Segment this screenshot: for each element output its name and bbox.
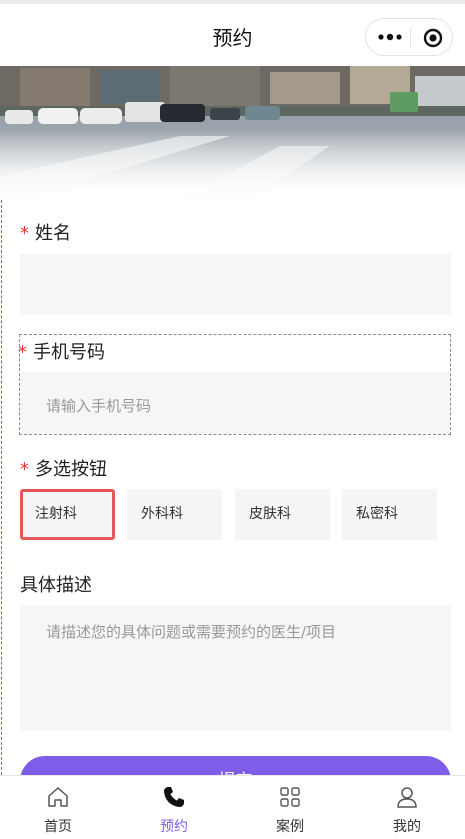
grid-icon: [280, 787, 300, 807]
banner-image: [0, 66, 465, 200]
phone-label: * 手机号码: [18, 342, 105, 363]
dashed-guide: [1, 200, 2, 780]
tab-bar: 首页 预约 案例 我的: [0, 775, 465, 838]
tab-home[interactable]: 首页: [0, 776, 116, 839]
capsule-divider: [410, 28, 411, 48]
tab-booking-label: 预约: [160, 819, 188, 835]
description-textarea[interactable]: 请描述您的具体问题或需要预约的医生/项目: [20, 605, 451, 731]
nav-bar: 预约: [0, 0, 465, 66]
description-placeholder: 请描述您的具体问题或需要预约的医生/项目: [46, 623, 337, 641]
option-private[interactable]: 私密科: [342, 489, 437, 540]
multi-select-label: * 多选按钮: [20, 459, 107, 480]
option-surgery[interactable]: 外科科: [127, 489, 222, 540]
phone-placeholder: 请输入手机号码: [46, 397, 152, 415]
mini-program-capsule: [365, 18, 453, 56]
tab-booking[interactable]: 预约: [116, 776, 232, 839]
option-injection[interactable]: 注射科: [20, 489, 115, 540]
tab-mine[interactable]: 我的: [349, 776, 465, 839]
tab-home-label: 首页: [44, 819, 72, 835]
tab-cases[interactable]: 案例: [232, 776, 348, 839]
name-input[interactable]: [20, 254, 451, 315]
option-dermatology[interactable]: 皮肤科: [235, 489, 330, 540]
home-icon: [48, 787, 68, 807]
target-circle-icon[interactable]: [423, 28, 443, 48]
description-label: 具体描述: [20, 575, 92, 596]
name-label: * 姓名: [20, 223, 71, 244]
phone-field-group: * 手机号码 请输入手机号码: [18, 334, 451, 435]
more-dots-icon[interactable]: [376, 26, 404, 48]
tab-cases-label: 案例: [276, 819, 304, 835]
tab-mine-label: 我的: [393, 819, 421, 835]
user-icon: [397, 787, 417, 808]
phone-icon: [164, 787, 184, 807]
phone-input[interactable]: 请输入手机号码: [20, 372, 450, 434]
